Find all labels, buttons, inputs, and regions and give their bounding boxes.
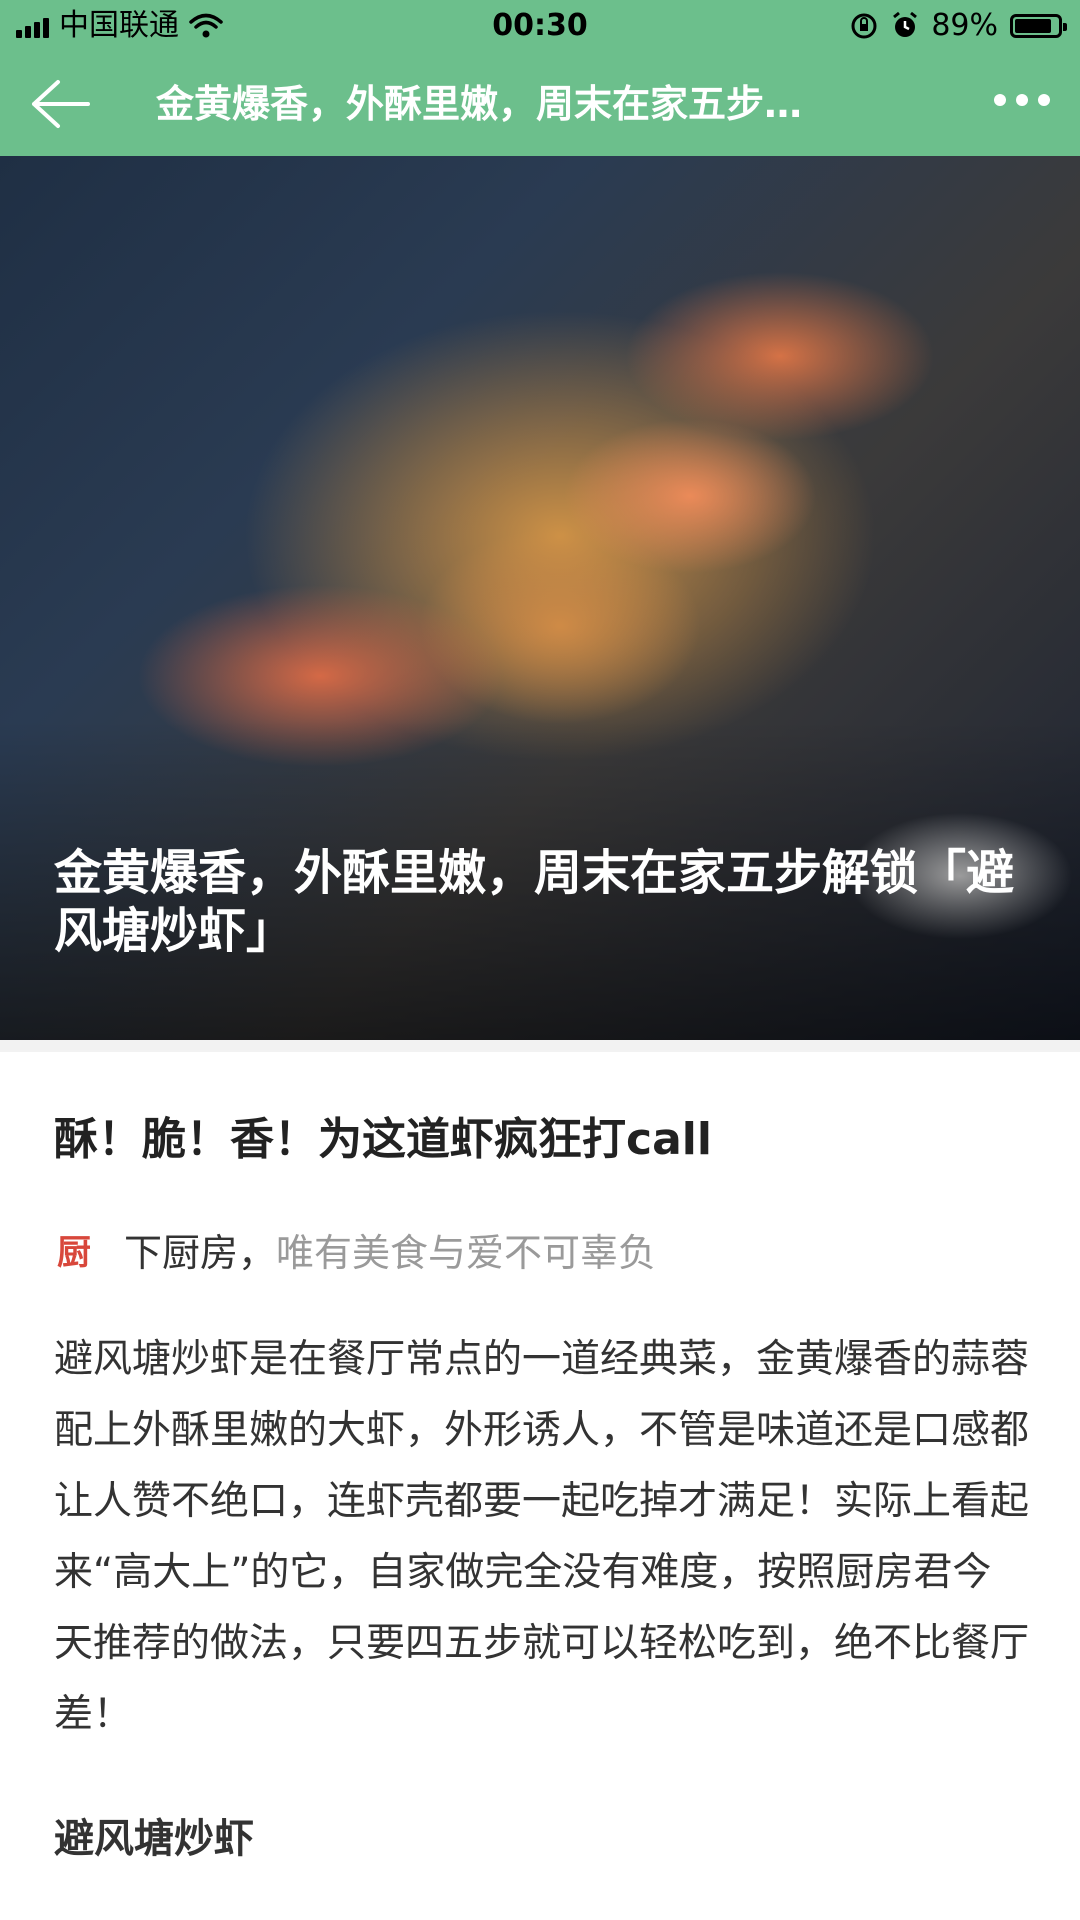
section-title: 避风塘炒虾 bbox=[54, 1816, 254, 1862]
source-name[interactable]: 下厨房， bbox=[124, 1228, 276, 1278]
nav-bar: 金黄爆香，外酥里嫩，周末在家五步… bbox=[0, 52, 1080, 156]
rotation-lock-icon bbox=[851, 13, 877, 39]
hero-image: 金黄爆香，外酥里嫩，周末在家五步解锁「避风塘炒虾」 bbox=[0, 156, 1080, 1040]
nav-title: 金黄爆香，外酥里嫩，周末在家五步… bbox=[156, 82, 803, 126]
battery-percent: 89% bbox=[931, 8, 998, 43]
battery-icon bbox=[1010, 14, 1067, 38]
source-slogan: 唯有美食与爱不可辜负 bbox=[276, 1231, 657, 1275]
back-arrow-icon[interactable] bbox=[28, 78, 92, 130]
article-body: 避风塘炒虾是在餐厅常点的一道经典菜，金黄爆香的蒜蓉配上外酥里嫩的大虾，外形诱人，… bbox=[54, 1337, 1030, 1737]
alarm-icon bbox=[893, 11, 918, 37]
source-logo-icon: 厨 bbox=[57, 1233, 91, 1273]
status-bar: 中国联通 00:30 89% bbox=[0, 0, 1080, 52]
more-icon[interactable] bbox=[994, 94, 1050, 106]
article-subtitle: 酥！脆！香！为这道虾疯狂打call bbox=[54, 1114, 712, 1165]
divider bbox=[0, 1040, 1080, 1052]
article-source[interactable]: 厨 下厨房， 唯有美食与爱不可辜负 bbox=[54, 1228, 1030, 1278]
top-bar: 中国联通 00:30 89% 金黄爆香，外酥里嫩，周末在家五步… bbox=[0, 0, 1080, 156]
hero-title: 金黄爆香，外酥里嫩，周末在家五步解锁「避风塘炒虾」 bbox=[54, 845, 1015, 959]
article-content: 酥！脆！香！为这道虾疯狂打call 厨 下厨房， 唯有美食与爱不可辜负 避风塘炒虾… bbox=[54, 1052, 1030, 1864]
